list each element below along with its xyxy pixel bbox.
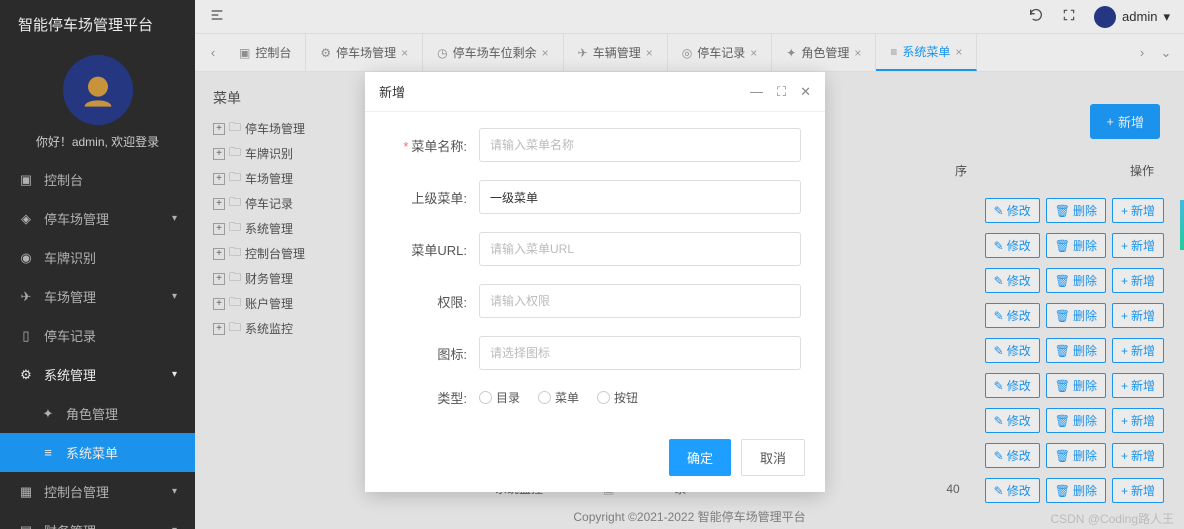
input-parent-menu[interactable] — [479, 180, 801, 214]
input-permission[interactable] — [479, 284, 801, 318]
label-permission: 权限: — [389, 292, 479, 311]
ok-button[interactable]: 确定 — [669, 439, 731, 476]
label-menu-url: 菜单URL: — [389, 240, 479, 259]
radio-label: 按钮 — [614, 389, 638, 406]
label-icon: 图标: — [389, 344, 479, 363]
minimize-icon[interactable]: — — [750, 84, 763, 100]
radio-菜单[interactable]: 菜单 — [538, 389, 579, 406]
input-menu-name[interactable] — [479, 128, 801, 162]
label-menu-name: *菜单名称: — [389, 136, 479, 155]
dialog-footer: 确定 取消 — [365, 429, 825, 492]
label-parent-menu: 上级菜单: — [389, 188, 479, 207]
input-icon[interactable] — [479, 336, 801, 370]
radio-按钮[interactable]: 按钮 — [597, 389, 638, 406]
add-dialog: 新增 — ⛶ ✕ *菜单名称: 上级菜单: 菜单URL: 权限: — [365, 72, 825, 492]
radio-目录[interactable]: 目录 — [479, 389, 520, 406]
watermark: CSDN @Coding路人王 — [1050, 510, 1174, 527]
radio-icon — [538, 391, 551, 404]
dialog-body: *菜单名称: 上级菜单: 菜单URL: 权限: 图标: 类型: 目录菜单按 — [365, 112, 825, 429]
radio-icon — [479, 391, 492, 404]
cancel-button[interactable]: 取消 — [741, 439, 805, 476]
dialog-title: 新增 — [379, 82, 405, 101]
radio-icon — [597, 391, 610, 404]
close-icon[interactable]: ✕ — [800, 84, 811, 100]
dialog-header: 新增 — ⛶ ✕ — [365, 72, 825, 112]
maximize-icon[interactable]: ⛶ — [777, 84, 786, 100]
radio-label: 目录 — [496, 389, 520, 406]
side-strip — [1180, 200, 1184, 250]
radio-label: 菜单 — [555, 389, 579, 406]
label-type: 类型: — [389, 388, 479, 407]
input-menu-url[interactable] — [479, 232, 801, 266]
